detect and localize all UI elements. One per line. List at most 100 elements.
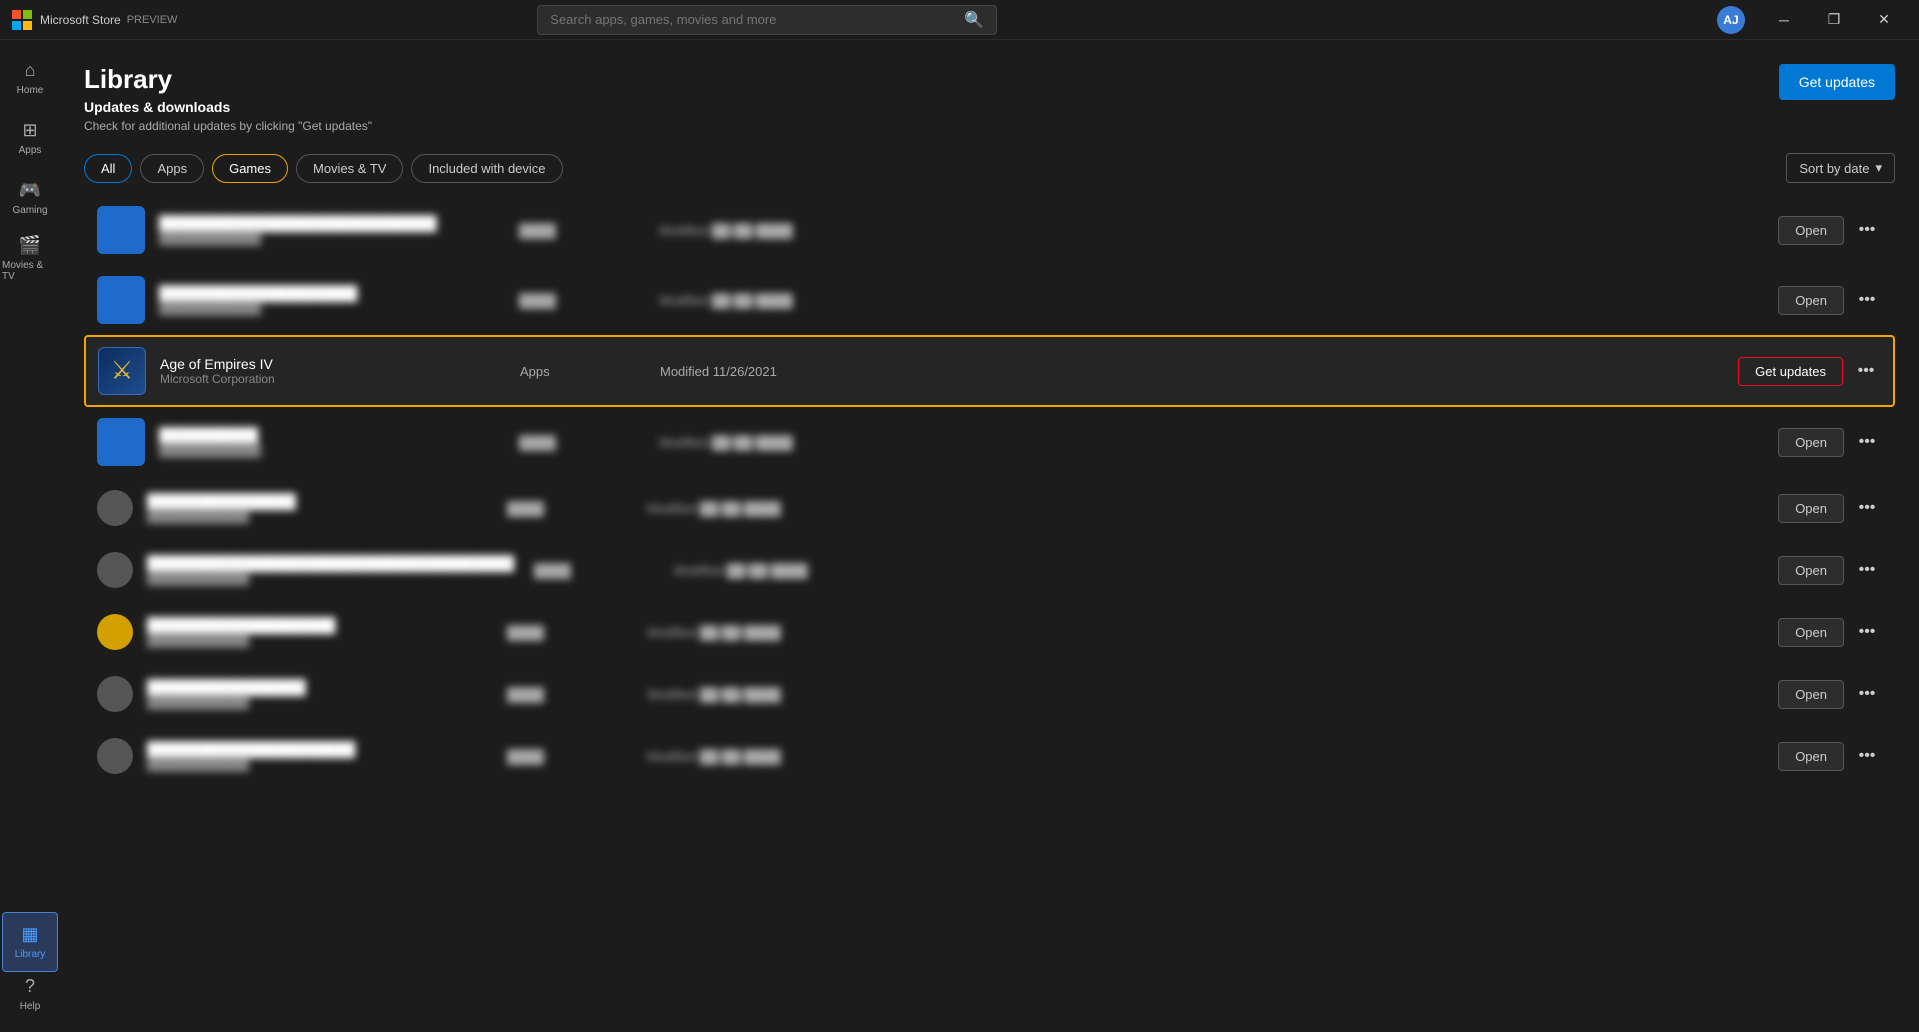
updates-title: Updates & downloads <box>84 99 372 115</box>
list-item: ████████████████████████████ ███████████… <box>84 195 1895 265</box>
open-button[interactable]: Open <box>1778 494 1844 523</box>
app-actions: Open ••• <box>1778 215 1882 245</box>
app-icon <box>97 552 133 588</box>
app-category: ████ <box>487 749 647 764</box>
sort-dropdown[interactable]: Sort by date ▾ <box>1786 153 1895 183</box>
open-button[interactable]: Open <box>1778 556 1844 585</box>
sidebar-item-home[interactable]: ⌂ Home <box>2 48 58 108</box>
sidebar-item-movies[interactable]: 🎬 Movies & TV <box>2 228 58 288</box>
open-button[interactable]: Open <box>1778 742 1844 771</box>
app-category: ████ <box>499 435 659 450</box>
avatar[interactable]: AJ <box>1717 6 1745 34</box>
open-button[interactable]: Open <box>1778 286 1844 315</box>
app-info: ████████████████ ████████████ <box>147 679 487 709</box>
app-icon <box>97 276 145 324</box>
updates-subtitle: Check for additional updates by clicking… <box>84 119 372 133</box>
get-updates-button[interactable]: Get updates <box>1779 64 1895 100</box>
open-button[interactable]: Open <box>1778 428 1844 457</box>
app-date: Modified ██/██/████ <box>647 625 1778 640</box>
app-category: ████ <box>487 625 647 640</box>
filter-games[interactable]: Games <box>212 154 288 183</box>
list-item: █████████████████████ ████████████ ████ … <box>84 725 1895 787</box>
list-item: ████████████████ ████████████ ████ Modif… <box>84 663 1895 725</box>
more-options-button[interactable]: ••• <box>1852 427 1882 457</box>
app-name: █████████████████████ <box>147 741 487 757</box>
app-category: ████ <box>487 501 647 516</box>
filter-movies[interactable]: Movies & TV <box>296 154 403 183</box>
app-publisher: ████████████ <box>159 301 499 315</box>
titlebar-controls: AJ ─ ❐ ✕ <box>1717 5 1907 35</box>
more-options-button[interactable]: ••• <box>1852 493 1882 523</box>
open-button[interactable]: Open <box>1778 618 1844 647</box>
more-options-button[interactable]: ••• <box>1852 617 1882 647</box>
help-icon: ? <box>25 976 35 997</box>
app-category: ████ <box>499 223 659 238</box>
library-icon: ▦ <box>21 924 38 945</box>
app-info: ████████████████████████████ ███████████… <box>159 215 499 245</box>
app-date: Modified ██/██/████ <box>659 223 1778 238</box>
filter-apps[interactable]: Apps <box>140 154 204 183</box>
open-button[interactable]: Open <box>1778 216 1844 245</box>
movies-icon: 🎬 <box>19 235 41 256</box>
app-publisher: ████████████ <box>159 443 499 457</box>
list-item: ██████████ ████████████ ████ Modified ██… <box>84 407 1895 477</box>
app-actions: Open ••• <box>1778 493 1882 523</box>
app-publisher: ████████████ <box>159 231 499 245</box>
minimize-button[interactable]: ─ <box>1761 5 1807 35</box>
app-name: █████████████████████████████████████ <box>147 555 514 571</box>
app-category: Apps <box>500 364 660 379</box>
app-name: ███████████████ <box>147 493 487 509</box>
app-actions: Open ••• <box>1778 427 1882 457</box>
app-date: Modified ██/██/████ <box>647 501 1778 516</box>
app-date: Modified ██/██/████ <box>674 563 1778 578</box>
sort-chevron-icon: ▾ <box>1875 160 1882 176</box>
close-button[interactable]: ✕ <box>1861 5 1907 35</box>
sidebar-item-help[interactable]: ? Help <box>2 972 58 1032</box>
more-options-button[interactable]: ••• <box>1852 555 1882 585</box>
app-info: Age of Empires IV Microsoft Corporation <box>160 356 500 386</box>
app-info: ███████████████ ████████████ <box>147 493 487 523</box>
search-icon: 🔍 <box>964 10 984 30</box>
app-date: Modified ██/██/████ <box>647 749 1778 764</box>
sort-label: Sort by date <box>1799 161 1869 176</box>
library-list: ████████████████████████████ ███████████… <box>84 195 1895 1032</box>
app-icon <box>97 490 133 526</box>
app-info: ██████████ ████████████ <box>159 427 499 457</box>
app-name: Microsoft Store <box>40 13 121 27</box>
restore-button[interactable]: ❐ <box>1811 5 1857 35</box>
list-item: ███████████████████ ████████████ ████ Mo… <box>84 601 1895 663</box>
more-options-button[interactable]: ••• <box>1852 741 1882 771</box>
app-name: ███████████████████ <box>147 617 487 633</box>
app-date: Modified ██/██/████ <box>659 293 1778 308</box>
search-bar[interactable]: 🔍 <box>537 5 997 35</box>
sidebar: ⌂ Home ⊞ Apps 🎮 Gaming 🎬 Movies & TV ▦ L… <box>0 40 60 1032</box>
sidebar-item-library[interactable]: ▦ Library <box>2 912 58 972</box>
app-icon <box>97 418 145 466</box>
library-info: Library Updates & downloads Check for ad… <box>84 64 372 133</box>
sidebar-item-apps[interactable]: ⊞ Apps <box>2 108 58 168</box>
more-options-button[interactable]: ••• <box>1852 215 1882 245</box>
app-icon <box>97 676 133 712</box>
age-of-empires-row: ⚔ Age of Empires IV Microsoft Corporatio… <box>84 335 1895 407</box>
filter-tabs: All Apps Games Movies & TV Included with… <box>84 154 563 183</box>
app-icon: ⚔ <box>98 347 146 395</box>
get-updates-row-button[interactable]: Get updates <box>1738 357 1843 386</box>
window-controls: ─ ❐ ✕ <box>1761 5 1907 35</box>
filter-included[interactable]: Included with device <box>411 154 562 183</box>
app-icon <box>97 614 133 650</box>
open-button[interactable]: Open <box>1778 680 1844 709</box>
app-icon <box>97 738 133 774</box>
app-actions: Open ••• <box>1778 741 1882 771</box>
filter-all[interactable]: All <box>84 154 132 183</box>
more-options-button[interactable]: ••• <box>1851 356 1881 386</box>
sidebar-item-gaming[interactable]: 🎮 Gaming <box>2 168 58 228</box>
search-input[interactable] <box>550 12 956 27</box>
app-publisher: ████████████ <box>147 757 487 771</box>
app-logo <box>12 10 32 30</box>
app-category: ████ <box>499 293 659 308</box>
more-options-button[interactable]: ••• <box>1852 285 1882 315</box>
more-options-button[interactable]: ••• <box>1852 679 1882 709</box>
app-icon <box>97 206 145 254</box>
app-info: █████████████████████ ████████████ <box>147 741 487 771</box>
app-actions: Open ••• <box>1778 617 1882 647</box>
